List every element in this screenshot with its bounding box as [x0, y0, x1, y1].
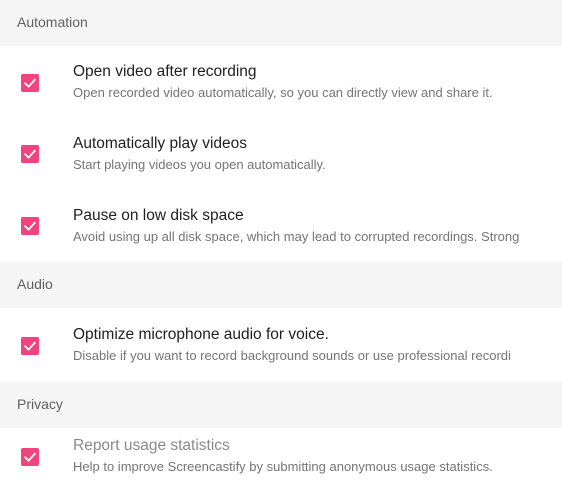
checkbox-mic-voice[interactable]	[21, 337, 39, 355]
section-label: Privacy	[17, 396, 63, 412]
settings-page: Automation Open video after recording Op…	[0, 0, 562, 494]
setting-title: Pause on low disk space	[73, 207, 244, 224]
setting-description: Disable if you want to record background…	[73, 348, 511, 363]
setting-description: Start playing videos you open automatica…	[73, 157, 326, 172]
section-label: Automation	[17, 14, 88, 30]
setting-row-mic-voice[interactable]: Optimize microphone audio for voice. Dis…	[0, 310, 562, 382]
check-icon	[23, 78, 37, 88]
setting-title: Open video after recording	[73, 63, 257, 80]
check-icon	[23, 221, 37, 231]
setting-description: Avoid using up all disk space, which may…	[73, 229, 520, 244]
checkbox-usage-stats[interactable]	[21, 448, 39, 466]
setting-title: Report usage statistics	[73, 437, 230, 454]
setting-title: Optimize microphone audio for voice.	[73, 326, 329, 343]
section-header-automation: Automation	[0, 0, 562, 46]
section-label: Audio	[17, 276, 53, 292]
setting-description: Open recorded video automatically, so yo…	[73, 85, 493, 100]
setting-row-autoplay[interactable]: Automatically play videos Start playing …	[0, 118, 562, 190]
setting-description: Help to improve Screencastify by submitt…	[73, 459, 493, 474]
check-icon	[23, 149, 37, 159]
section-header-privacy: Privacy	[0, 382, 562, 428]
section-header-audio: Audio	[0, 262, 562, 308]
check-icon	[23, 452, 37, 462]
setting-row-open-video[interactable]: Open video after recording Open recorded…	[0, 46, 562, 118]
setting-title: Automatically play videos	[73, 135, 248, 152]
setting-row-low-disk[interactable]: Pause on low disk space Avoid using up a…	[0, 190, 562, 262]
check-icon	[23, 341, 37, 351]
checkbox-open-video[interactable]	[21, 74, 39, 92]
setting-row-usage-stats[interactable]: Report usage statistics Help to improve …	[0, 430, 562, 494]
checkbox-low-disk[interactable]	[21, 217, 39, 235]
checkbox-autoplay[interactable]	[21, 145, 39, 163]
